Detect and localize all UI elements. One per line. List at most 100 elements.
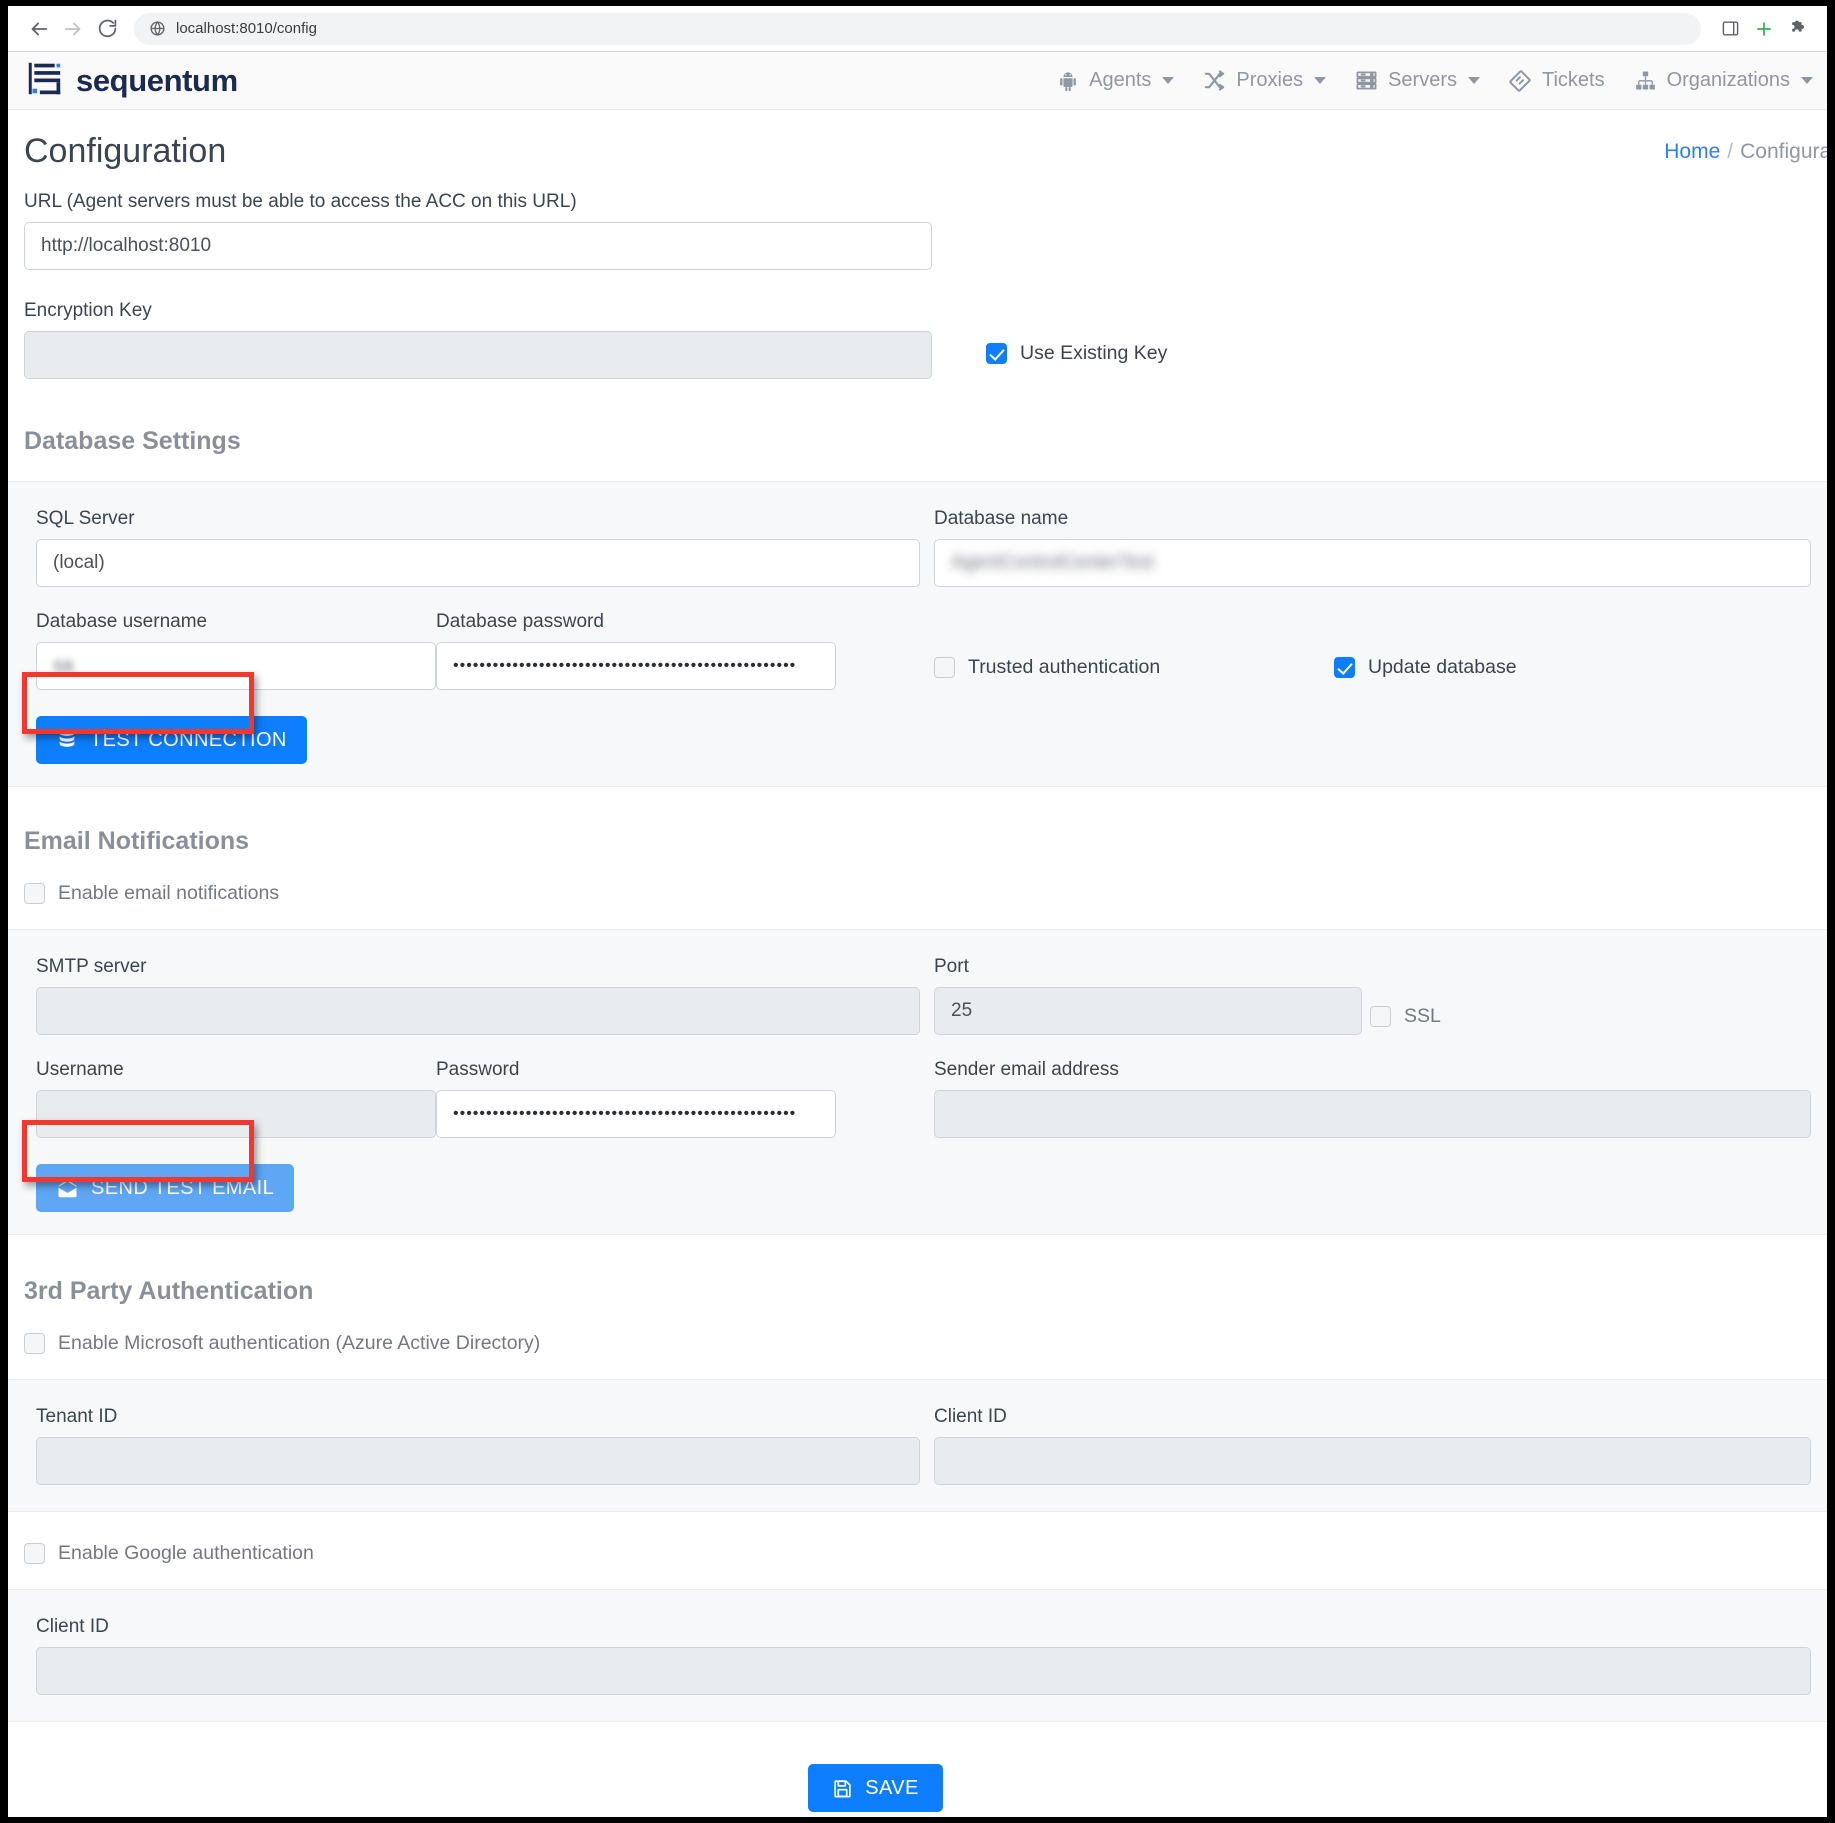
test-connection-button[interactable]: TEST CONNECTION [36,716,307,764]
port-value: 25 [951,1000,973,1021]
send-test-email-button[interactable]: SEND TEST EMAIL [36,1164,295,1212]
sender-email-input[interactable] [934,1090,1811,1138]
nav-item-label: Organizations [1666,69,1790,91]
sql-server-value: (local) [53,552,105,573]
use-existing-key-checkbox-row[interactable]: Use Existing Key [986,342,1167,365]
save-label: SAVE [865,1776,919,1799]
page-header: Configuration Home / Configurat [8,110,1827,171]
nav-item-servers[interactable]: Servers [1340,68,1494,93]
use-existing-key-checkbox[interactable] [986,343,1007,364]
database-icon [56,729,78,751]
url-input[interactable]: http://localhost:8010 [24,222,932,270]
sender-email-label: Sender email address [934,1059,1119,1080]
android-robot-icon [1055,68,1080,93]
enable-google-auth-row[interactable]: Enable Google authentication [8,1512,1827,1589]
sql-server-label: SQL Server [36,508,135,529]
side-panel-icon[interactable] [1715,14,1745,44]
ssl-checkbox[interactable] [1370,1006,1391,1027]
update-database-checkbox-row[interactable]: Update database [1334,656,1517,679]
chevron-down-icon [1314,77,1327,84]
database-settings-heading: Database Settings [24,427,241,455]
breadcrumb-home-link[interactable]: Home [1664,140,1720,163]
sequentum-logo-icon [26,60,63,102]
page-content: Configuration Home / Configurat URL (Agent… [8,110,1827,1817]
database-password-value: ••••••••••••••••••••••••••••••••••••••••… [453,657,797,674]
nav-item-proxies[interactable]: Proxies [1188,68,1340,93]
nav-menu: Agents Proxies Servers Tickets Organizat… [1041,68,1827,93]
email-row-1: SMTP server Port 25 SSL [24,956,1811,1035]
reload-icon[interactable] [90,12,124,46]
sql-server-input[interactable]: (local) [36,539,920,587]
email-username-label: Username [36,1059,124,1080]
enable-microsoft-auth-label: Enable Microsoft authentication (Azure A… [58,1332,541,1354]
nav-item-tickets[interactable]: Tickets [1494,68,1619,93]
email-row-2: Username Password ••••••••••••••••••••••… [24,1059,1811,1138]
breadcrumb-current: Configurat [1740,140,1827,163]
send-test-email-label: SEND TEST EMAIL [91,1176,275,1199]
brand-logo[interactable]: sequentum [26,60,238,102]
trusted-authentication-label: Trusted authentication [968,656,1161,678]
nav-item-label: Proxies [1236,69,1304,91]
browser-toolbar: localhost:8010/config [8,6,1827,52]
nav-item-label: Agents [1089,69,1152,91]
encryption-key-input[interactable] [24,331,932,379]
email-notifications-heading: Email Notifications [24,827,250,855]
save-bar: SAVE [8,1722,1827,1812]
chevron-down-icon [1162,77,1175,84]
trusted-authentication-checkbox-row[interactable]: Trusted authentication [934,656,1334,679]
nav-item-agents[interactable]: Agents [1041,68,1188,93]
enable-email-notifications-row[interactable]: Enable email notifications [8,856,1827,929]
chevron-down-icon [1801,77,1813,84]
microsoft-client-id-input[interactable] [934,1437,1811,1485]
tenant-id-input[interactable] [36,1437,920,1485]
ticket-icon [1508,68,1533,93]
breadcrumb: Home / Configurat [1664,140,1827,164]
database-password-label: Database password [436,611,604,632]
address-bar[interactable]: localhost:8010/config [134,12,1701,45]
page-title: Configuration [24,132,227,170]
envelope-open-icon [56,1177,79,1200]
google-auth-panel: Client ID [8,1589,1827,1722]
nav-item-label: Servers [1388,69,1457,91]
globe-icon [148,20,166,38]
test-connection-label: TEST CONNECTION [90,728,287,751]
database-row-1: SQL Server (local) Database name AgentCo… [24,508,1811,587]
nav-item-organizations[interactable]: Organizations [1619,68,1827,93]
ssl-label: SSL [1404,1005,1441,1027]
puzzle-piece-icon[interactable] [1783,14,1813,44]
save-button[interactable]: SAVE [808,1764,943,1812]
email-settings-panel: SMTP server Port 25 SSL Username Passwor… [8,929,1827,1235]
email-password-label: Password [436,1059,520,1080]
database-username-input[interactable]: sa [36,642,436,690]
database-username-value: sa [53,655,74,676]
update-database-label: Update database [1368,656,1517,678]
database-name-label: Database name [934,508,1069,529]
google-client-id-input[interactable] [36,1647,1811,1695]
email-username-input[interactable] [36,1090,436,1138]
database-name-input[interactable]: AgentControlCenterTest [934,539,1811,587]
use-existing-key-label: Use Existing Key [1020,342,1168,364]
email-password-input[interactable]: ••••••••••••••••••••••••••••••••••••••••… [436,1090,836,1138]
database-row-2: Database username sa Database password •… [24,611,1811,690]
microsoft-client-id-label: Client ID [934,1406,1007,1427]
trusted-authentication-checkbox[interactable] [934,657,955,678]
encryption-key-label: Encryption Key [24,300,152,321]
microsoft-auth-panel: Tenant ID Client ID [8,1379,1827,1512]
add-extension-icon[interactable] [1749,14,1779,44]
url-field-group: URL (Agent servers must be able to acces… [8,171,1827,270]
enable-google-auth-checkbox[interactable] [24,1543,45,1564]
enable-microsoft-auth-checkbox[interactable] [24,1333,45,1354]
database-username-label: Database username [36,611,208,632]
update-database-checkbox[interactable] [1334,657,1355,678]
url-field-label: URL (Agent servers must be able to acces… [24,191,577,212]
database-password-input[interactable]: ••••••••••••••••••••••••••••••••••••••••… [436,642,836,690]
enable-email-notifications-checkbox[interactable] [24,883,45,904]
smtp-server-input[interactable] [36,987,920,1035]
back-arrow-icon[interactable] [22,12,56,46]
port-input[interactable]: 25 [934,987,1362,1035]
enable-microsoft-auth-row[interactable]: Enable Microsoft authentication (Azure A… [8,1306,1827,1379]
forward-arrow-icon[interactable] [56,12,90,46]
tenant-id-label: Tenant ID [36,1406,118,1427]
ssl-checkbox-row[interactable]: SSL [1360,956,1441,1035]
enable-email-notifications-label: Enable email notifications [58,882,280,904]
